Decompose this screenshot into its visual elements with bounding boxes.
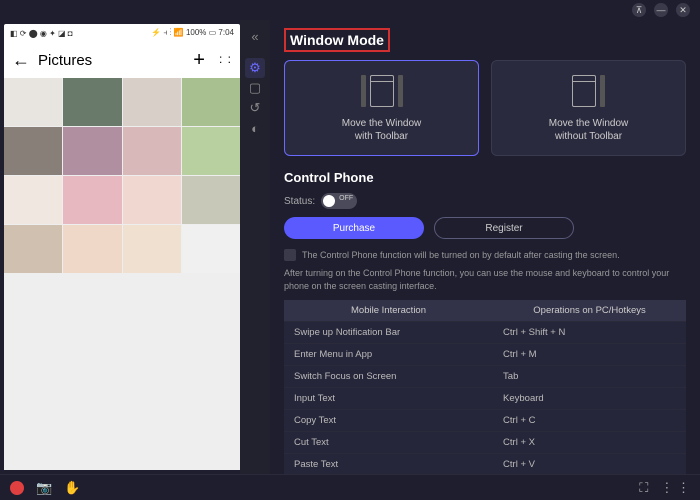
mode-label: Move the Windowwithout Toolbar [549, 117, 628, 143]
photo-thumb[interactable] [4, 78, 62, 126]
control-phone-title: Control Phone [284, 170, 686, 185]
minimize-button[interactable]: — [654, 3, 668, 17]
settings-panel: Window Mode Move the Windowwith Toolbar M… [270, 20, 700, 474]
photo-thumb[interactable] [123, 127, 181, 175]
toggle-off-label: OFF [339, 195, 353, 202]
control-phone-description: After turning on the Control Phone funct… [284, 267, 686, 292]
hand-icon[interactable]: ✋ [64, 480, 80, 496]
cell-hotkey: Ctrl + Shift + N [493, 322, 686, 344]
record-button[interactable] [10, 481, 24, 495]
checkbox-label: The Control Phone function will be turne… [302, 250, 620, 260]
table-row: Switch Focus on ScreenTab [284, 366, 686, 388]
settings-icon[interactable]: ⚙ [245, 58, 265, 78]
back-icon[interactable]: ← [12, 50, 30, 71]
phone-app-title: Pictures [38, 52, 179, 69]
footer: 📷 ✋ ⛶ ⋮ ⋮ [0, 474, 700, 500]
cell-interaction: Copy Text [284, 410, 493, 432]
cell-hotkey: Ctrl + C [493, 410, 686, 432]
window-mode-card[interactable]: Move the Windowwithout Toolbar [491, 60, 686, 156]
camera-icon[interactable]: 📷 [36, 480, 52, 496]
photo-thumb[interactable] [63, 225, 121, 273]
cell-interaction: Cut Text [284, 432, 493, 454]
table-header-interaction: Mobile Interaction [284, 300, 493, 322]
display-icon[interactable]: ◐ [245, 118, 265, 138]
cell-interaction: Paste Text [284, 454, 493, 474]
table-row: Paste TextCtrl + V [284, 454, 686, 474]
cell-interaction: Swipe up Notification Bar [284, 322, 493, 344]
table-row: Swipe up Notification BarCtrl + Shift + … [284, 322, 686, 344]
photo-thumb[interactable] [182, 127, 240, 175]
cell-interaction: Enter Menu in App [284, 344, 493, 366]
add-icon[interactable]: + [187, 49, 211, 72]
cell-hotkey: Ctrl + X [493, 432, 686, 454]
rotate-icon[interactable]: ↺ [245, 98, 265, 118]
photo-thumb[interactable] [182, 225, 240, 273]
status-right: ⚡ ⫞ ⋮ 📶 100% ▭ 7:04 [151, 28, 234, 38]
grid-icon[interactable]: : : [219, 56, 232, 63]
more-icon[interactable]: ⋮ ⋮ [660, 480, 690, 496]
status-label: Status: [284, 196, 315, 207]
phone-status-bar: ◧ ⟳ ⬤ ◉ ✦ ◪ ◘ ⚡ ⫞ ⋮ 📶 100% ▭ 7:04 [4, 24, 240, 42]
pin-button[interactable]: ⊼ [632, 3, 646, 17]
photo-thumb[interactable] [4, 127, 62, 175]
status-left: ◧ ⟳ ⬤ ◉ ✦ ◪ ◘ [10, 29, 73, 38]
table-row: Input TextKeyboard [284, 388, 686, 410]
table-header-hotkey: Operations on PC/Hotkeys [493, 300, 686, 322]
photo-thumb[interactable] [4, 176, 62, 224]
cell-hotkey: Tab [493, 366, 686, 388]
collapse-icon[interactable]: « [245, 26, 265, 46]
mode-label: Move the Windowwith Toolbar [342, 117, 421, 143]
record-icon[interactable]: ▢ [245, 78, 265, 98]
control-phone-toggle[interactable]: OFF [321, 193, 357, 209]
register-button[interactable]: Register [434, 217, 574, 239]
photo-thumb[interactable] [123, 225, 181, 273]
photo-thumb[interactable] [182, 78, 240, 126]
fullscreen-icon[interactable]: ⛶ [639, 480, 648, 496]
photo-thumb[interactable] [63, 78, 121, 126]
purchase-button[interactable]: Purchase [284, 217, 424, 239]
cell-hotkey: Ctrl + V [493, 454, 686, 474]
photo-thumb[interactable] [123, 176, 181, 224]
cell-hotkey: Ctrl + M [493, 344, 686, 366]
photo-thumb[interactable] [182, 176, 240, 224]
cell-hotkey: Keyboard [493, 388, 686, 410]
close-button[interactable]: ✕ [676, 3, 690, 17]
table-row: Cut TextCtrl + X [284, 432, 686, 454]
photo-thumb[interactable] [63, 176, 121, 224]
hotkey-table: Mobile Interaction Operations on PC/Hotk… [284, 300, 686, 474]
window-mode-card[interactable]: Move the Windowwith Toolbar [284, 60, 479, 156]
phone-mirror: ◧ ⟳ ⬤ ◉ ✦ ◪ ◘ ⚡ ⫞ ⋮ 📶 100% ▭ 7:04 ← Pict… [4, 24, 240, 470]
photo-thumb[interactable] [63, 127, 121, 175]
photo-grid[interactable] [4, 78, 240, 470]
table-row: Copy TextCtrl + C [284, 410, 686, 432]
default-on-checkbox[interactable] [284, 249, 296, 261]
photo-thumb[interactable] [4, 225, 62, 273]
phone-app-header: ← Pictures + : : [4, 42, 240, 78]
window-mode-title: Window Mode [284, 28, 390, 52]
sidebar: « ⚙▢↺◐ [240, 20, 270, 474]
titlebar: ⊼ — ✕ [0, 0, 700, 20]
cell-interaction: Input Text [284, 388, 493, 410]
table-row: Enter Menu in AppCtrl + M [284, 344, 686, 366]
photo-thumb[interactable] [123, 78, 181, 126]
cell-interaction: Switch Focus on Screen [284, 366, 493, 388]
